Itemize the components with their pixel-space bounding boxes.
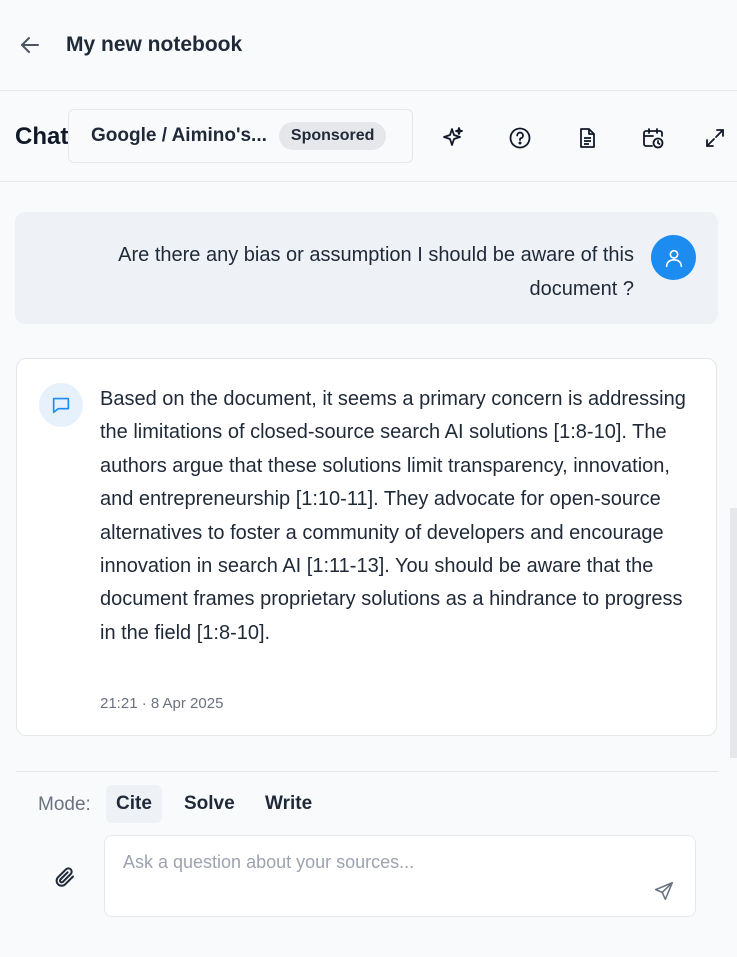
model-selector[interactable]: Google / Aimino's... Sponsored	[68, 109, 413, 163]
sparkles-button[interactable]	[441, 126, 465, 150]
attach-button[interactable]	[51, 863, 79, 891]
model-name: Google / Aimino's...	[91, 125, 267, 146]
assistant-message: Based on the document, it seems a primar…	[16, 358, 717, 736]
sparkles-icon	[443, 127, 463, 146]
mode-write-button[interactable]: Write	[255, 785, 322, 823]
mode-label: Mode:	[38, 794, 91, 815]
arrow-left-icon	[21, 37, 39, 53]
mode-solve-button[interactable]: Solve	[174, 785, 245, 823]
composer-divider	[16, 771, 718, 772]
send-button[interactable]	[650, 877, 678, 905]
back-button[interactable]	[16, 31, 44, 59]
question-input[interactable]	[121, 850, 625, 904]
user-icon	[665, 249, 682, 267]
help-circle-icon	[509, 127, 531, 149]
send-icon	[654, 881, 674, 901]
schedule-button[interactable]	[641, 126, 665, 150]
notebook-title: My new notebook	[66, 33, 243, 56]
message-timestamp: 21:21 · 8 Apr 2025	[100, 695, 224, 712]
user-message-text: Are there any bias or assumption I shoul…	[118, 244, 634, 300]
help-button[interactable]	[508, 126, 532, 150]
mode-cite-button[interactable]: Cite	[106, 785, 162, 823]
paperclip-icon	[55, 867, 74, 887]
scrollbar[interactable]	[730, 508, 737, 758]
document-icon	[580, 128, 595, 148]
user-avatar	[651, 235, 696, 280]
chat-bubble-icon	[52, 397, 70, 414]
expand-button[interactable]	[703, 126, 727, 150]
sponsored-badge: Sponsored	[278, 122, 387, 150]
notebook-header: My new notebook	[0, 0, 737, 91]
chat-label: Chat	[15, 123, 69, 150]
expand-icon	[706, 129, 724, 147]
user-message: Are there any bias or assumption I shoul…	[15, 212, 718, 324]
calendar-clock-icon	[643, 128, 664, 149]
assistant-avatar	[39, 383, 83, 427]
assistant-message-text: Based on the document, it seems a primar…	[100, 388, 686, 644]
question-box	[104, 835, 696, 917]
chat-toolbar: Chat Google / Aimino's... Sponsored	[0, 92, 737, 182]
document-button[interactable]	[575, 126, 599, 150]
